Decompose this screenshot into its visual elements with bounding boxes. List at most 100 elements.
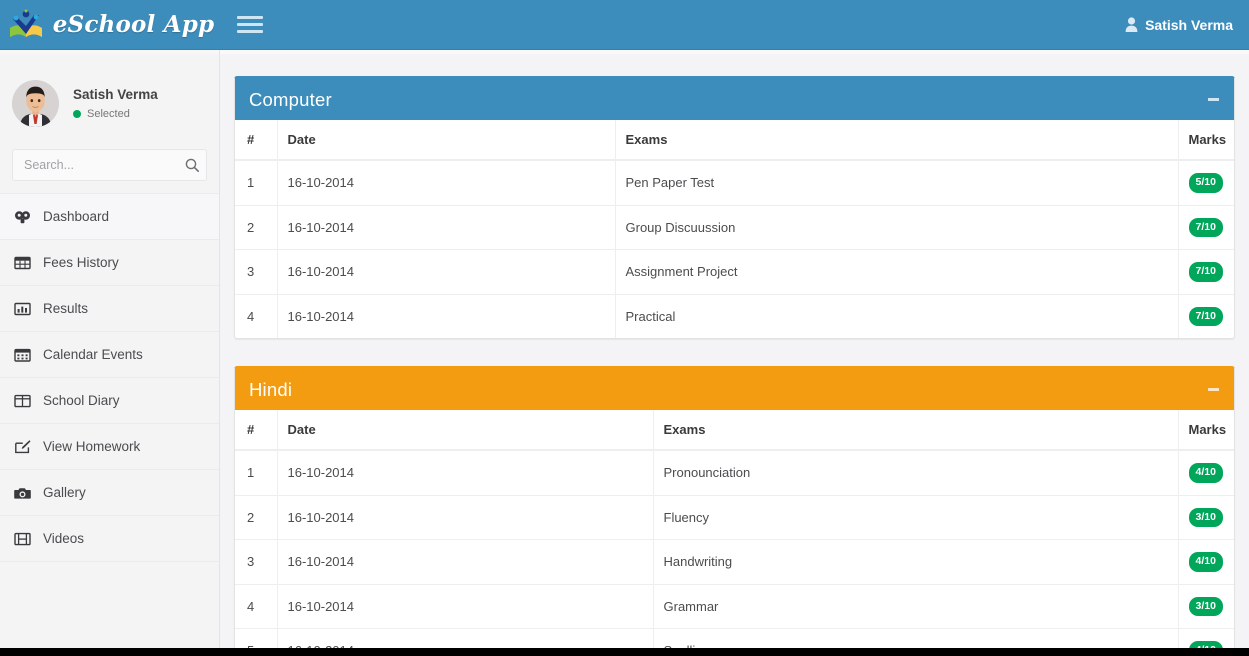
- cell-marks: 3/10: [1178, 495, 1234, 540]
- sidebar-menu: Dashboard Fees History: [0, 193, 219, 562]
- content-top-spacer: [220, 50, 1249, 54]
- sidebar-item-label: Results: [43, 301, 88, 316]
- cell-marks: 4/10: [1178, 450, 1234, 495]
- sidebar-item-school-diary[interactable]: School Diary: [0, 378, 219, 424]
- cell-num: 4: [235, 584, 277, 629]
- column-header-marks: Marks: [1178, 410, 1234, 450]
- cell-marks: 7/10: [1178, 294, 1234, 338]
- cell-date: 16-10-2014: [277, 160, 615, 205]
- panel-hindi: Hindi # Date Exams Marks 1: [234, 366, 1235, 648]
- sidebar-item-dashboard[interactable]: Dashboard: [0, 194, 219, 240]
- sidebar-item-label: Dashboard: [43, 209, 109, 224]
- panel-header: Hindi: [235, 369, 1234, 410]
- camera-icon: [14, 485, 31, 501]
- user-menu[interactable]: Satish Verma: [1125, 17, 1233, 33]
- navbar: Satish Verma: [220, 0, 1249, 50]
- table-row[interactable]: 4 16-10-2014 Practical 7/10: [235, 294, 1234, 338]
- table-header-row: # Date Exams Marks: [235, 410, 1234, 450]
- sidebar-item-gallery[interactable]: Gallery: [0, 470, 219, 516]
- table-row[interactable]: 1 16-10-2014 Pen Paper Test 5/10: [235, 160, 1234, 205]
- pencil-square-icon: [14, 439, 31, 455]
- cell-marks: 4/10: [1178, 540, 1234, 585]
- cell-num: 1: [235, 450, 277, 495]
- user-menu-label: Satish Verma: [1145, 17, 1233, 33]
- sidebar-item-label: Videos: [43, 531, 84, 546]
- cell-exam: Pronounciation: [653, 450, 1178, 495]
- cell-date: 16-10-2014: [277, 294, 615, 338]
- cell-date: 16-10-2014: [277, 450, 653, 495]
- panel-title: Computer: [249, 89, 332, 111]
- marks-badge: 3/10: [1189, 597, 1223, 617]
- sidebar-profile[interactable]: Satish Verma Selected: [0, 54, 219, 149]
- table-row[interactable]: 2 16-10-2014 Group Discuussion 7/10: [235, 205, 1234, 250]
- sidebar-item-view-homework[interactable]: View Homework: [0, 424, 219, 470]
- avatar: [12, 80, 59, 127]
- table-icon: [14, 255, 31, 271]
- marks-badge: 7/10: [1189, 218, 1223, 238]
- viewport-bottom-strip: [0, 648, 1249, 656]
- table-row[interactable]: 5 16-10-2014 Spelling 4/10: [235, 629, 1234, 649]
- sidebar-item-results[interactable]: Results: [0, 286, 219, 332]
- search-icon[interactable]: [185, 158, 199, 172]
- sidebar-item-label: Calendar Events: [43, 347, 143, 362]
- sidebar-item-label: View Homework: [43, 439, 140, 454]
- table-row[interactable]: 3 16-10-2014 Handwriting 4/10: [235, 540, 1234, 585]
- top-bar: eSchool App Satish Verma: [0, 0, 1249, 50]
- table-row[interactable]: 3 16-10-2014 Assignment Project 7/10: [235, 250, 1234, 295]
- minus-icon[interactable]: [1205, 382, 1221, 398]
- cell-marks: 7/10: [1178, 250, 1234, 295]
- content-area: Computer # Date Exams Marks: [220, 50, 1249, 648]
- cell-exam: Spelling: [653, 629, 1178, 649]
- sidebar-item-label: School Diary: [43, 393, 120, 408]
- panel-title: Hindi: [249, 379, 292, 401]
- profile-info: Satish Verma Selected: [73, 87, 158, 120]
- column-header-num: #: [235, 410, 277, 450]
- results-table: # Date Exams Marks 1 16-10-2014 Pen Pape…: [235, 120, 1234, 338]
- dashboard-icon: [14, 209, 31, 225]
- brand-name: eSchool App: [53, 11, 215, 38]
- minus-icon[interactable]: [1205, 92, 1221, 108]
- status-dot-icon: [73, 110, 81, 118]
- panel-header: Computer: [235, 79, 1234, 120]
- book-people-logo-icon: [6, 8, 46, 42]
- brand-logo-area[interactable]: eSchool App: [0, 0, 220, 50]
- results-table: # Date Exams Marks 1 16-10-2014 Pronounc…: [235, 410, 1234, 648]
- cell-num: 3: [235, 540, 277, 585]
- profile-name: Satish Verma: [73, 87, 158, 102]
- cell-exam: Grammar: [653, 584, 1178, 629]
- cell-num: 4: [235, 294, 277, 338]
- sidebar-item-label: Fees History: [43, 255, 119, 270]
- search-input[interactable]: [24, 158, 185, 172]
- column-header-marks: Marks: [1178, 120, 1234, 160]
- cell-exam: Pen Paper Test: [615, 160, 1178, 205]
- sidebar-item-calendar-events[interactable]: Calendar Events: [0, 332, 219, 378]
- calendar-icon: [14, 347, 31, 363]
- hamburger-icon[interactable]: [237, 13, 263, 37]
- cell-exam: Handwriting: [653, 540, 1178, 585]
- sidebar-item-videos[interactable]: Videos: [0, 516, 219, 562]
- cell-exam: Practical: [615, 294, 1178, 338]
- marks-badge: 5/10: [1189, 173, 1223, 193]
- app-root: eSchool App Satish Verma: [0, 0, 1249, 648]
- marks-badge: 7/10: [1189, 262, 1223, 282]
- table-row[interactable]: 2 16-10-2014 Fluency 3/10: [235, 495, 1234, 540]
- marks-badge: 4/10: [1189, 641, 1223, 648]
- cell-date: 16-10-2014: [277, 250, 615, 295]
- columns-icon: [14, 393, 31, 409]
- cell-num: 2: [235, 205, 277, 250]
- marks-badge: 4/10: [1189, 552, 1223, 572]
- cell-num: 2: [235, 495, 277, 540]
- table-row[interactable]: 4 16-10-2014 Grammar 3/10: [235, 584, 1234, 629]
- profile-status-label: Selected: [87, 108, 130, 120]
- film-icon: [14, 531, 31, 547]
- cell-date: 16-10-2014: [277, 629, 653, 649]
- marks-badge: 7/10: [1189, 307, 1223, 327]
- sidebar-item-fees-history[interactable]: Fees History: [0, 240, 219, 286]
- cell-date: 16-10-2014: [277, 540, 653, 585]
- search-box[interactable]: [12, 149, 207, 181]
- cell-exam: Group Discuussion: [615, 205, 1178, 250]
- table-row[interactable]: 1 16-10-2014 Pronounciation 4/10: [235, 450, 1234, 495]
- marks-badge: 4/10: [1189, 463, 1223, 483]
- column-header-exams: Exams: [615, 120, 1178, 160]
- cell-exam: Fluency: [653, 495, 1178, 540]
